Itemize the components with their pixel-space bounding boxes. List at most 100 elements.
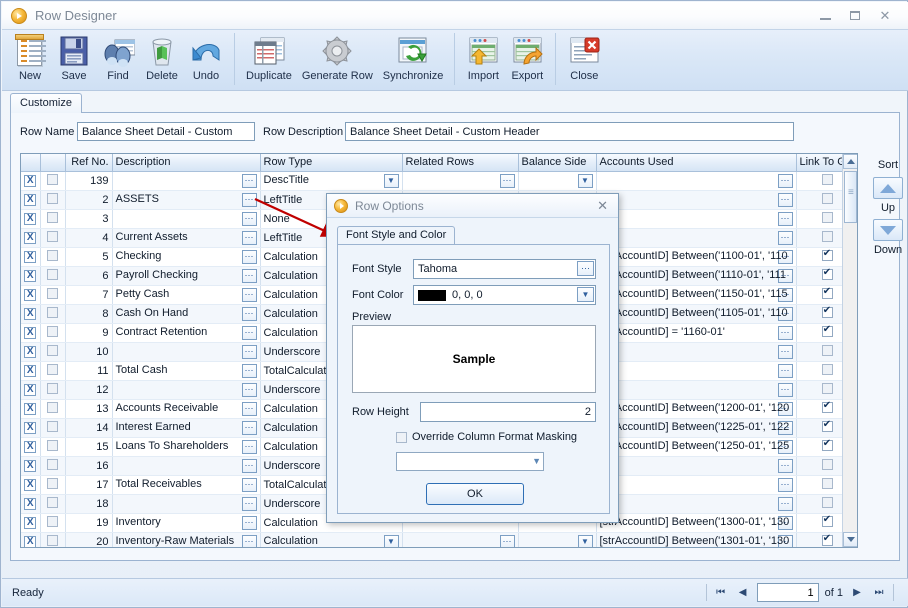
row-accounts-used[interactable]: ⋯ [strAccountID] Between('1105-01', '110 xyxy=(596,304,797,324)
tab-customize[interactable]: Customize xyxy=(10,93,82,114)
description-ellipsis-button[interactable]: ⋯ xyxy=(241,534,257,547)
row-select-checkbox[interactable] xyxy=(47,325,58,337)
row-select-checkbox[interactable] xyxy=(47,344,58,356)
row-accounts-used[interactable]: ⋯ xyxy=(596,475,797,495)
col-description[interactable]: Description xyxy=(112,154,261,172)
description-ellipsis-button[interactable]: ⋯ xyxy=(241,420,257,435)
page-number-input[interactable] xyxy=(756,583,819,602)
row-delete-cell[interactable]: X xyxy=(21,418,41,438)
row-delete-cell[interactable]: X xyxy=(21,209,41,229)
row-delete-cell[interactable]: X xyxy=(21,190,41,210)
link-to-gl-checkbox[interactable] xyxy=(821,477,833,489)
row-accounts-used[interactable]: ⋯ [strAccountID] Between('1200-01', '120 xyxy=(596,399,797,419)
row-delete-cell[interactable]: X xyxy=(21,513,41,533)
toolbar-button-duplicate[interactable]: Duplicate xyxy=(241,30,297,88)
link-to-gl-checkbox[interactable] xyxy=(821,419,833,432)
row-description[interactable]: ⋯ Inventory xyxy=(112,513,261,533)
col-balance-side[interactable]: Balance Side xyxy=(518,154,597,172)
accounts-used-ellipsis-button[interactable]: ⋯ xyxy=(777,268,793,283)
row-select-cell[interactable] xyxy=(40,456,66,476)
row-select-cell[interactable] xyxy=(40,532,66,547)
row-select-checkbox[interactable] xyxy=(47,382,58,394)
row-delete-cell[interactable]: X xyxy=(21,361,41,381)
accounts-used-ellipsis-button[interactable]: ⋯ xyxy=(777,325,793,340)
row-accounts-used[interactable]: ⋯ [strAccountID] Between('1250-01', '125 xyxy=(596,437,797,457)
accounts-used-ellipsis-button[interactable]: ⋯ xyxy=(777,306,793,321)
row-related-rows[interactable]: ⋯ xyxy=(402,532,519,547)
row-description[interactable]: ⋯ Contract Retention xyxy=(112,323,261,343)
row-select-checkbox[interactable] xyxy=(47,477,58,489)
delete-row-button[interactable]: X xyxy=(24,536,37,547)
link-to-gl-checkbox[interactable] xyxy=(821,344,833,356)
link-to-gl-checkbox[interactable] xyxy=(821,173,833,185)
row-select-checkbox[interactable] xyxy=(47,363,58,375)
delete-row-button[interactable]: X xyxy=(24,270,37,282)
description-ellipsis-button[interactable]: ⋯ xyxy=(241,458,257,473)
row-accounts-used[interactable]: ⋯ [strAccountID] Between('1225-01', '122 xyxy=(596,418,797,438)
nav-first-button[interactable]: ⏮ xyxy=(713,584,729,602)
row-accounts-used[interactable]: ⋯ xyxy=(596,342,797,362)
toolbar-button-save[interactable]: Save xyxy=(52,30,96,88)
row-accounts-used[interactable]: ⋯ xyxy=(596,228,797,248)
description-ellipsis-button[interactable]: ⋯ xyxy=(241,306,257,321)
delete-row-button[interactable]: X xyxy=(24,498,37,510)
accounts-used-ellipsis-button[interactable]: ⋯ xyxy=(777,477,793,492)
toolbar-button-export[interactable]: Export xyxy=(505,30,549,88)
font-color-dropdown-arrow[interactable]: ▼ xyxy=(577,287,594,302)
accounts-used-ellipsis-button[interactable]: ⋯ xyxy=(777,192,793,207)
nav-last-button[interactable]: ⏭ xyxy=(871,584,887,602)
row-delete-cell[interactable]: X xyxy=(21,171,41,191)
scroll-down-arrow[interactable] xyxy=(843,532,857,547)
row-height-input[interactable] xyxy=(420,402,596,422)
row-select-cell[interactable] xyxy=(40,323,66,343)
accounts-used-ellipsis-button[interactable]: ⋯ xyxy=(777,439,793,454)
row-description[interactable]: ⋯ ASSETS xyxy=(112,190,261,210)
description-ellipsis-button[interactable]: ⋯ xyxy=(241,249,257,264)
row-delete-cell[interactable]: X xyxy=(21,228,41,248)
accounts-used-ellipsis-button[interactable]: ⋯ xyxy=(777,534,793,547)
description-ellipsis-button[interactable]: ⋯ xyxy=(241,211,257,226)
row-description[interactable]: ⋯ Cash On Hand xyxy=(112,304,261,324)
row-select-cell[interactable] xyxy=(40,361,66,381)
delete-row-button[interactable]: X xyxy=(24,251,37,263)
row-description[interactable]: ⋯ Payroll Checking xyxy=(112,266,261,286)
row-description[interactable]: ⋯ xyxy=(112,209,261,229)
accounts-used-ellipsis-button[interactable]: ⋯ xyxy=(777,496,793,511)
row-delete-cell[interactable]: X xyxy=(21,399,41,419)
description-ellipsis-button[interactable]: ⋯ xyxy=(241,192,257,207)
row-accounts-used[interactable]: ⋯ [strAccountID] Between('1150-01', '115 xyxy=(596,285,797,305)
toolbar-button-generate-row[interactable]: Generate Row xyxy=(297,30,378,88)
toolbar-button-close[interactable]: Close xyxy=(562,30,606,88)
toolbar-button-undo[interactable]: Undo xyxy=(184,30,228,88)
accounts-used-ellipsis-button[interactable]: ⋯ xyxy=(777,515,793,530)
row-accounts-used[interactable]: ⋯ [strAccountID] Between('1110-01', '111 xyxy=(596,266,797,286)
description-ellipsis-button[interactable]: ⋯ xyxy=(241,382,257,397)
col-delete[interactable] xyxy=(21,154,41,172)
delete-row-button[interactable]: X xyxy=(24,289,37,301)
row-delete-cell[interactable]: X xyxy=(21,285,41,305)
row-accounts-used[interactable]: ⋯ [strAccountID] = '1160-01' xyxy=(596,323,797,343)
accounts-used-ellipsis-button[interactable]: ⋯ xyxy=(777,363,793,378)
row-description[interactable]: ⋯ Total Cash xyxy=(112,361,261,381)
maximize-button[interactable] xyxy=(840,5,870,27)
row-delete-cell[interactable]: X xyxy=(21,304,41,324)
row-select-cell[interactable] xyxy=(40,380,66,400)
delete-row-button[interactable]: X xyxy=(24,213,37,225)
grid-vertical-scrollbar[interactable] xyxy=(842,154,857,547)
mask-format-select[interactable]: ▼ xyxy=(396,452,544,471)
row-description[interactable]: ⋯ xyxy=(112,171,261,191)
row-delete-cell[interactable]: X xyxy=(21,532,41,547)
row-delete-cell[interactable]: X xyxy=(21,266,41,286)
description-ellipsis-button[interactable]: ⋯ xyxy=(241,363,257,378)
row-description[interactable]: ⋯ Petty Cash xyxy=(112,285,261,305)
row-delete-cell[interactable]: X xyxy=(21,323,41,343)
row-description[interactable]: ⋯ Interest Earned xyxy=(112,418,261,438)
link-to-gl-checkbox[interactable] xyxy=(821,230,833,242)
description-ellipsis-button[interactable]: ⋯ xyxy=(241,515,257,530)
link-to-gl-checkbox[interactable] xyxy=(821,496,833,508)
nav-next-button[interactable]: ▶ xyxy=(849,584,865,602)
toolbar-button-new[interactable]: New xyxy=(8,30,52,88)
row-select-checkbox[interactable] xyxy=(47,439,58,451)
row-accounts-used[interactable]: ⋯ xyxy=(596,171,797,191)
row-select-checkbox[interactable] xyxy=(47,192,58,204)
